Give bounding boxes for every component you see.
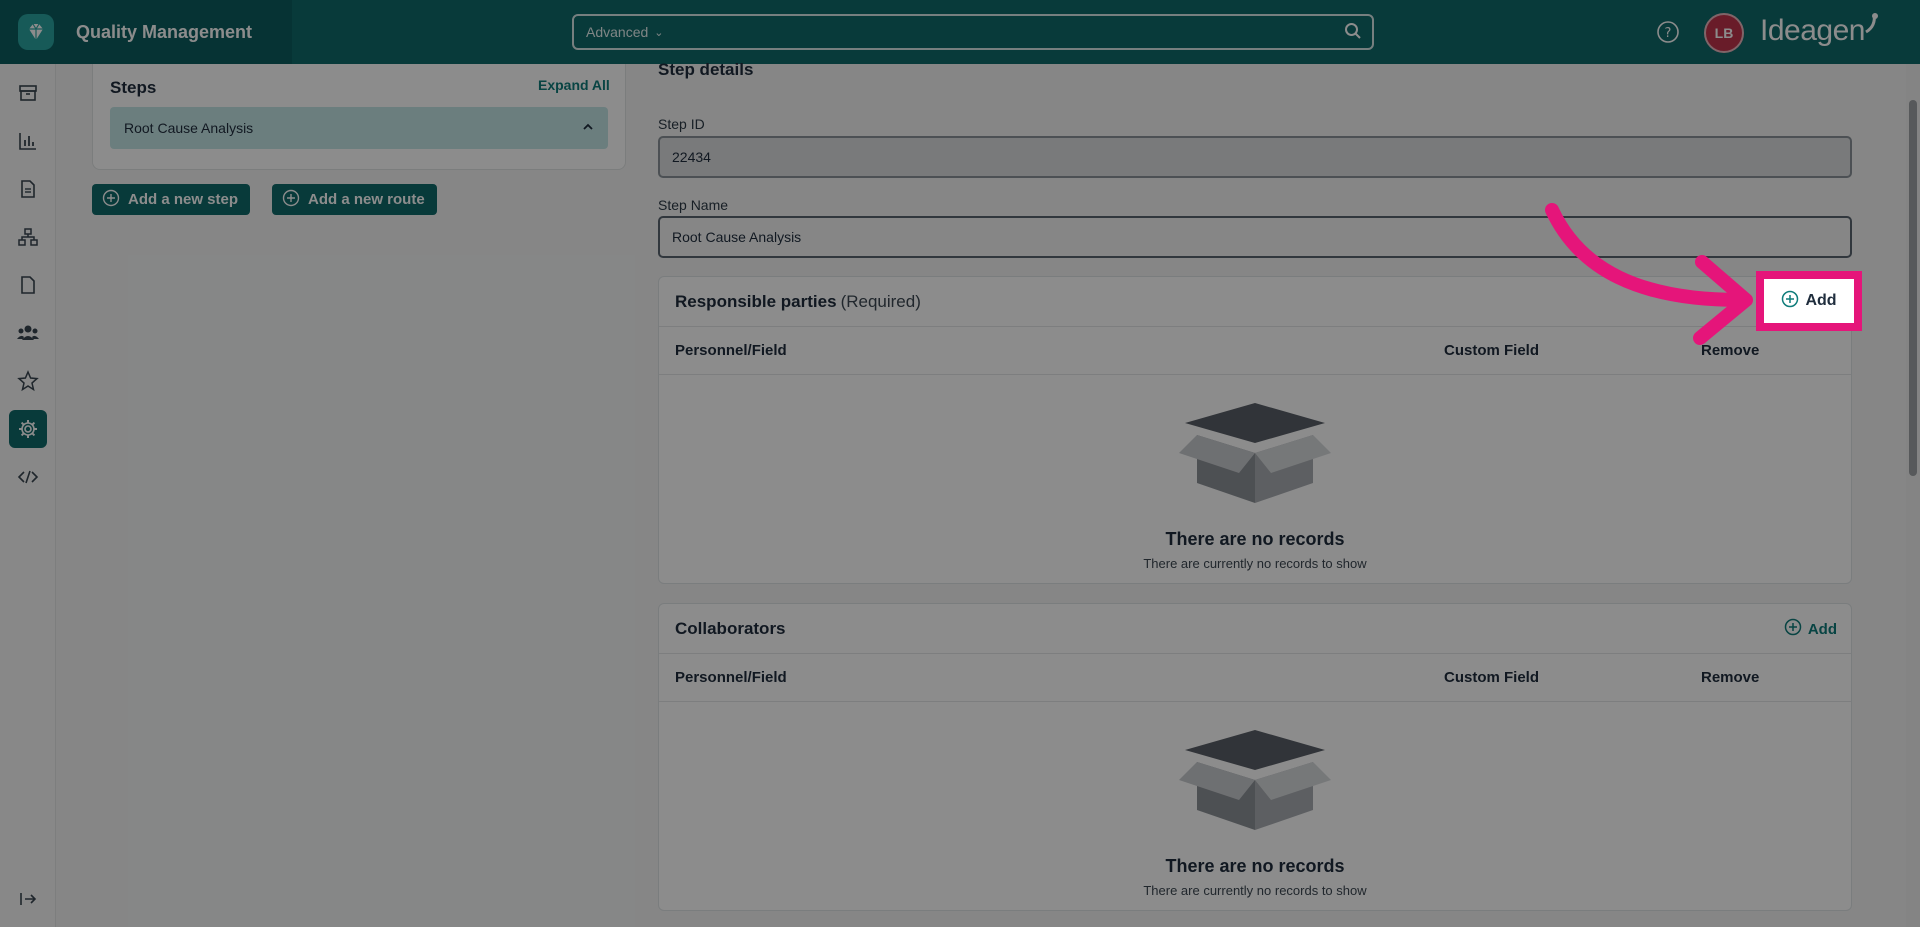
plus-circle-icon [1781, 290, 1799, 313]
add-responsible-party-label: Add [1805, 292, 1837, 309]
add-responsible-party-button[interactable]: Add [1756, 271, 1862, 331]
pointer-arrow-icon [1545, 203, 1753, 345]
